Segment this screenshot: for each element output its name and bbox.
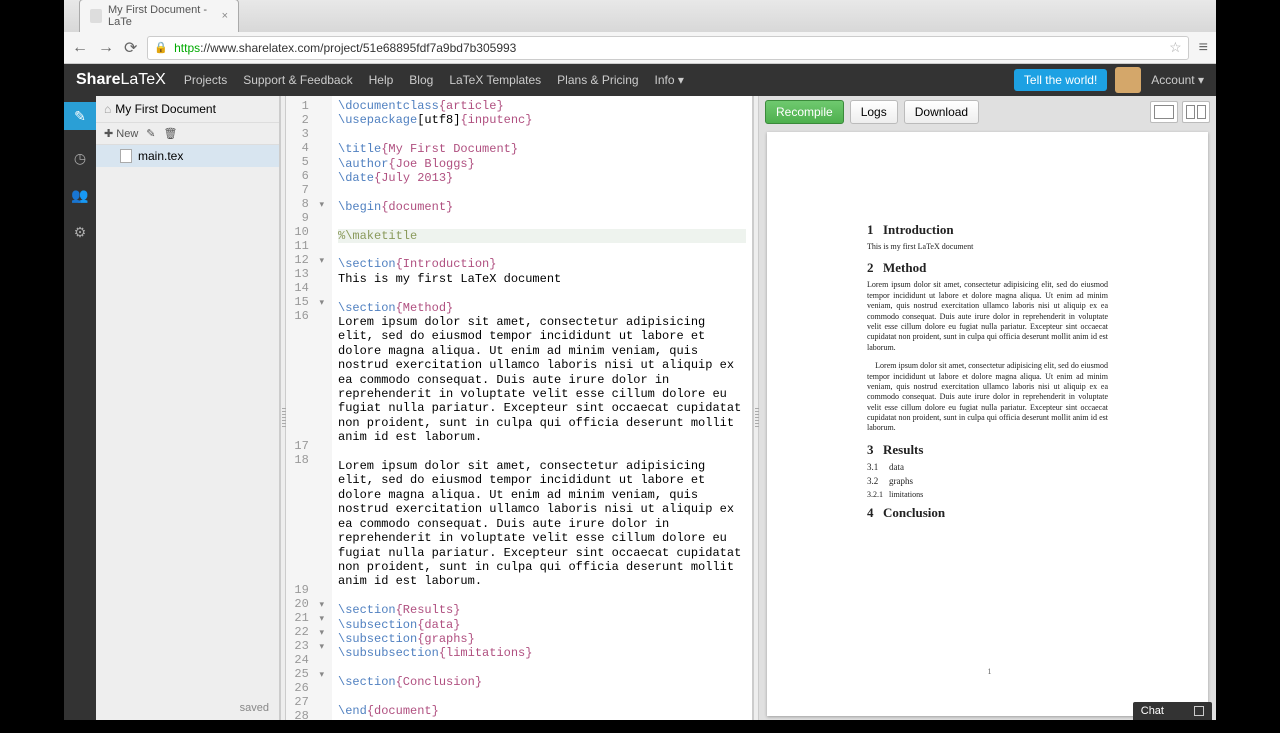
logs-button[interactable]: Logs: [850, 100, 898, 124]
section-body: Lorem ipsum dolor sit amet, consectetur …: [867, 361, 1108, 434]
layout-buttons: [1150, 101, 1210, 123]
subsection-heading: 3.2graphs: [867, 476, 1108, 486]
browser-tab[interactable]: My First Document - LaTe ×: [79, 0, 239, 32]
save-status: saved: [96, 696, 279, 720]
pane-divider-right[interactable]: [753, 96, 759, 720]
preview-toolbar: Recompile Logs Download: [759, 96, 1216, 128]
subsubsection-heading: 3.2.1limitations: [867, 490, 1108, 499]
side-rail: ✎ ◷ 👥 ⚙: [64, 96, 96, 720]
subsection-heading: 3.1data: [867, 462, 1108, 472]
share-icon[interactable]: 👥: [71, 187, 88, 204]
tab-title: My First Document - LaTe: [108, 4, 216, 28]
history-icon[interactable]: ◷: [74, 150, 86, 167]
section-heading: 1Introduction: [867, 222, 1108, 238]
new-file-button[interactable]: ✚ New: [104, 127, 138, 140]
tell-the-world-button[interactable]: Tell the world!: [1014, 69, 1107, 91]
nav-support[interactable]: Support & Feedback: [243, 73, 352, 87]
forward-icon[interactable]: →: [98, 39, 114, 57]
url-text: https://www.sharelatex.com/project/51e68…: [174, 41, 1163, 55]
nav-plans[interactable]: Plans & Pricing: [557, 73, 638, 87]
download-button[interactable]: Download: [904, 100, 979, 124]
close-icon[interactable]: ×: [222, 10, 228, 22]
preview-pane: Recompile Logs Download 1Introduction Th…: [759, 96, 1216, 720]
code-area[interactable]: \documentclass{article}\usepackage[utf8]…: [332, 96, 752, 720]
gear-icon[interactable]: ⚙: [74, 224, 87, 241]
chat-button[interactable]: Chat: [1133, 702, 1212, 720]
nav-blog[interactable]: Blog: [409, 73, 433, 87]
avatar[interactable]: [1115, 67, 1141, 93]
nav-help[interactable]: Help: [369, 73, 394, 87]
url-bar: ← → ⟳ 🔒 https://www.sharelatex.com/proje…: [64, 32, 1216, 64]
url-field[interactable]: 🔒 https://www.sharelatex.com/project/51e…: [147, 36, 1188, 60]
project-name[interactable]: ⌂ My First Document: [96, 96, 279, 123]
section-heading: 2Method: [867, 260, 1108, 276]
back-icon[interactable]: ←: [72, 39, 88, 57]
layout-single-icon[interactable]: [1150, 101, 1178, 123]
edit-icon[interactable]: ✎: [64, 102, 96, 130]
nav-templates[interactable]: LaTeX Templates: [449, 73, 541, 87]
delete-file-icon[interactable]: 🗑: [164, 127, 178, 140]
page-number: 1: [988, 667, 992, 676]
account-menu[interactable]: Account ▾: [1151, 73, 1204, 87]
brand[interactable]: ShareLaTeX: [76, 71, 166, 89]
line-gutter: 1 2 3 4 5 6 7 8 ▾9 10 11 12 ▾13 14 15 ▾1…: [286, 96, 332, 720]
menu-icon[interactable]: ≡: [1199, 39, 1208, 57]
favicon: [90, 9, 102, 23]
nav-info[interactable]: Info ▾: [655, 73, 684, 87]
file-icon: [120, 149, 132, 163]
section-body: This is my first LaTeX document: [867, 242, 1108, 252]
code-editor[interactable]: 1 2 3 4 5 6 7 8 ▾9 10 11 12 ▾13 14 15 ▾1…: [286, 96, 753, 720]
section-heading: 4Conclusion: [867, 505, 1108, 521]
reload-icon[interactable]: ⟳: [124, 38, 137, 58]
file-tree: ⌂ My First Document ✚ New ✎ 🗑 main.tex s…: [96, 96, 280, 720]
pdf-page[interactable]: 1Introduction This is my first LaTeX doc…: [767, 132, 1208, 716]
layout-split-icon[interactable]: [1182, 101, 1210, 123]
recompile-button[interactable]: Recompile: [765, 100, 844, 124]
star-icon[interactable]: ☆: [1169, 39, 1182, 56]
file-toolbar: ✚ New ✎ 🗑: [96, 123, 279, 145]
chat-expand-icon: [1194, 706, 1204, 716]
section-body: Lorem ipsum dolor sit amet, consectetur …: [867, 280, 1108, 353]
nav-projects[interactable]: Projects: [184, 73, 227, 87]
edit-file-icon[interactable]: ✎: [146, 127, 155, 140]
app-header: ShareLaTeX Projects Support & Feedback H…: [64, 64, 1216, 96]
home-icon: ⌂: [104, 102, 111, 116]
browser-tabs: My First Document - LaTe ×: [64, 0, 1216, 32]
lock-icon: 🔒: [154, 41, 168, 54]
section-heading: 3Results: [867, 442, 1108, 458]
file-name: main.tex: [138, 149, 183, 163]
file-item[interactable]: main.tex: [96, 145, 279, 167]
